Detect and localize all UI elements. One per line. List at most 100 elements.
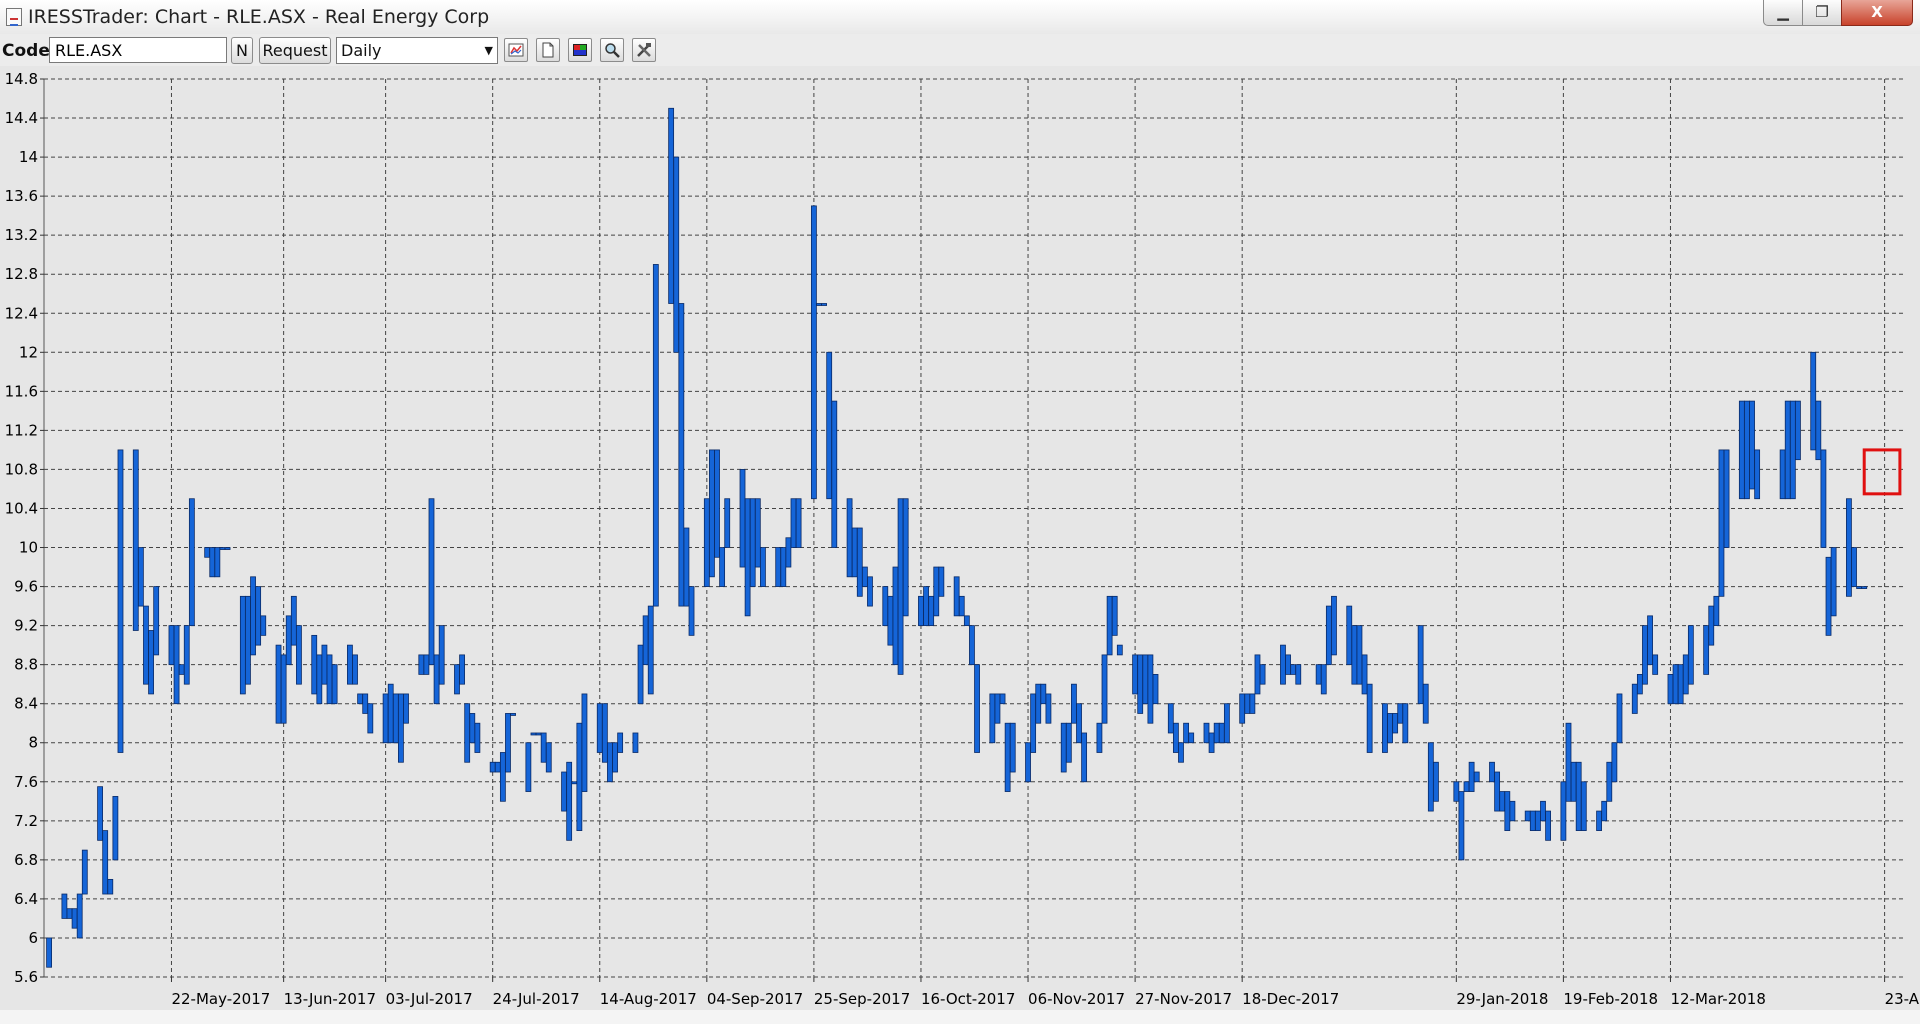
- title-bar: IRESSTrader: Chart - RLE.ASX - Real Ener…: [0, 0, 1920, 35]
- price-bar: [938, 566, 945, 597]
- maximize-button[interactable]: ❐: [1802, 0, 1842, 26]
- price-bar: [255, 586, 262, 646]
- price-bar: [148, 630, 154, 695]
- y-tick-label: 13.2: [5, 226, 38, 244]
- price-bar: [1723, 449, 1730, 548]
- price-bar: [1560, 781, 1567, 841]
- price-bar: [1810, 351, 1817, 451]
- chart-area[interactable]: 14.8 14.4 14 13.6 13.2 12.8 12.4 12 11.6 11.2 10.8…: [0, 66, 1920, 1010]
- x-tick-label: 04-Sep-2017: [707, 990, 803, 1008]
- request-button[interactable]: Request: [259, 37, 331, 64]
- price-bar: [46, 937, 52, 968]
- price-bar: [1060, 722, 1067, 773]
- price-bar: [331, 664, 338, 705]
- tools-icon[interactable]: [632, 38, 656, 62]
- price-bar: [928, 595, 935, 627]
- chart-properties-icon[interactable]: [504, 38, 528, 62]
- x-tick-label: 25-Sep-2017: [814, 990, 910, 1008]
- price-bar: [642, 615, 649, 666]
- price-bar: [275, 644, 282, 724]
- price-bar: [102, 830, 109, 895]
- price-bar: [1101, 654, 1108, 724]
- price-bar: [882, 586, 889, 627]
- price-bar: [137, 547, 144, 607]
- x-tick-label: 12-Mar-2018: [1670, 990, 1765, 1008]
- price-bar: [1606, 761, 1613, 802]
- price-bar: [1152, 674, 1159, 705]
- price-bar: [846, 498, 853, 578]
- price-bar: [178, 664, 185, 675]
- price-bar: [1749, 400, 1755, 490]
- x-tick-label: 13-Jun-2017: [284, 990, 376, 1008]
- price-bar: [540, 732, 547, 763]
- x-tick-label: 16-Oct-2017: [921, 990, 1015, 1008]
- color-palette-icon[interactable]: [568, 38, 592, 62]
- y-tick-label: 7.6: [14, 773, 38, 791]
- price-bar: [224, 547, 231, 550]
- price-bar: [1183, 722, 1189, 744]
- price-bar: [1744, 400, 1750, 500]
- price-bar: [1280, 644, 1286, 685]
- price-bar: [668, 107, 675, 304]
- price-bar: [856, 527, 863, 597]
- price-bar: [250, 576, 256, 656]
- window-title: IRESSTrader: Chart - RLE.ASX - Real Ener…: [28, 6, 490, 28]
- price-bar: [173, 625, 180, 705]
- price-bar: [867, 576, 873, 607]
- period-value: Daily: [341, 41, 382, 60]
- price-bar: [1677, 664, 1684, 705]
- price-bar: [285, 615, 292, 666]
- price-bar: [1040, 683, 1047, 705]
- close-button[interactable]: X: [1841, 0, 1913, 26]
- period-select[interactable]: Daily ▼: [336, 37, 498, 64]
- price-bar: [1076, 703, 1082, 744]
- price-bar: [1580, 781, 1587, 831]
- price-bar: [897, 498, 904, 675]
- price-bar: [290, 595, 297, 646]
- price-bar: [1315, 664, 1322, 685]
- price-bar: [1254, 654, 1261, 695]
- price-bar: [1387, 713, 1393, 744]
- n-button[interactable]: N: [231, 37, 253, 64]
- price-bar: [1172, 722, 1179, 753]
- price-bar: [398, 693, 404, 763]
- price-bar: [61, 893, 68, 919]
- zoom-icon[interactable]: [600, 38, 624, 62]
- price-bar: [1295, 664, 1302, 685]
- price-bar: [1137, 654, 1144, 714]
- price-bar: [183, 625, 190, 685]
- price-bar: [1468, 761, 1475, 792]
- price-bar: [1285, 654, 1291, 675]
- price-bar: [1004, 722, 1011, 792]
- price-bar: [1463, 781, 1470, 792]
- y-tick-label: 11.6: [5, 382, 38, 400]
- price-bar: [454, 664, 460, 695]
- price-bar: [581, 693, 588, 792]
- price-bar: [499, 752, 506, 802]
- price-bar: [347, 644, 353, 685]
- price-bar: [703, 498, 710, 587]
- price-bar: [1244, 693, 1251, 714]
- price-bar: [739, 469, 746, 568]
- price-bar: [612, 742, 618, 773]
- y-tick-label: 8.4: [14, 695, 38, 713]
- price-bar: [1147, 654, 1154, 724]
- new-document-icon[interactable]: [536, 38, 560, 62]
- y-tick-label: 6.4: [14, 890, 38, 908]
- price-bar: [1825, 556, 1832, 636]
- minimize-button[interactable]: ▁: [1763, 0, 1803, 26]
- price-bar: [999, 693, 1006, 705]
- price-bar: [892, 566, 899, 666]
- y-tick-label: 14: [19, 148, 38, 166]
- y-tick-label: 12: [19, 343, 38, 361]
- price-chart[interactable]: 14.8 14.4 14 13.6 13.2 12.8 12.4 12 11.6 11.2 10.8…: [0, 66, 1920, 1010]
- price-bar: [795, 498, 802, 548]
- price-bar: [260, 615, 267, 636]
- code-input[interactable]: [49, 37, 227, 63]
- price-bar: [1106, 595, 1113, 656]
- x-tick-label: 03-Jul-2017: [386, 990, 473, 1008]
- price-bar: [214, 547, 221, 578]
- price-bar: [821, 303, 827, 306]
- price-bar: [352, 654, 358, 685]
- price-bar: [1208, 732, 1215, 753]
